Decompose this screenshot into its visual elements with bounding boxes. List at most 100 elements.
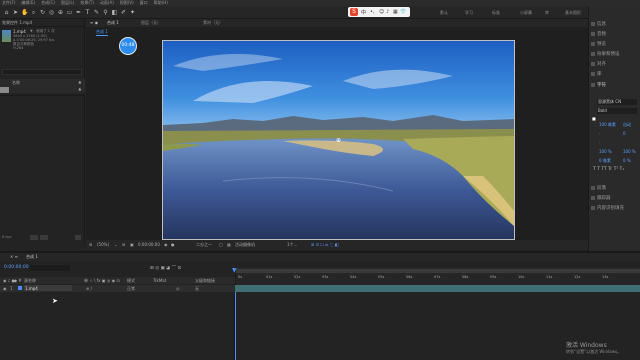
panel-preview[interactable]: 预览 [597,41,606,47]
layer-duration-bar[interactable] [235,285,640,292]
workspace-default[interactable]: 默认 [440,10,448,16]
col-mode[interactable]: 模式 [127,278,135,284]
resolution-dropdown[interactable]: 二分之一 [196,242,212,248]
column-sort-icon[interactable]: ♣ [78,80,82,85]
zoom-tool-icon[interactable]: ⌕ [30,9,37,16]
leading-value[interactable]: 自动 [623,122,631,128]
timeline-switches-icons[interactable]: ⊞ ◎ ▣ ◕ ⌒ ⊡ [150,265,181,271]
ime-toolbar[interactable]: S 中 •, ☺ ♪ ▦ 👕 [348,7,410,17]
new-folder-icon[interactable] [30,235,38,240]
render-icons[interactable]: ⊞ ⊡ ☐ ⇌ ⬚ ◧ [311,242,339,247]
panel-tracker[interactable]: 跟踪器 [597,195,611,201]
project-item-selected[interactable] [0,87,9,93]
type-tool-icon[interactable]: T [84,9,91,16]
rotate-tool-icon[interactable]: ↻ [39,9,46,16]
comp-breadcrumb[interactable]: 合成 1 [96,29,108,36]
time-ruler[interactable]: 0s 01s 02s 03s 04s 05s 06s 07s 08s 09s 1… [235,267,640,285]
rectangle-tool-icon[interactable]: ▭ [66,9,73,16]
panel-audio[interactable]: 音频 [597,31,606,37]
fill-color-icon[interactable]: ■ [592,116,596,121]
work-area-bar[interactable] [236,269,640,273]
panel-effects-presets[interactable]: 效果和预设 [597,51,620,57]
footage-panel-tab[interactable]: 素材（无） [203,20,223,26]
timeline-current-time[interactable]: 0:00:00:00 [4,265,29,270]
font-family-select[interactable]: 思源黑体 CN [597,99,637,105]
layer-mode-select[interactable]: 正常 [127,286,135,292]
panel-align[interactable]: 对齐 [597,61,606,67]
layer-switches[interactable]: ⊕ / [86,286,92,291]
transparency-grid-icon[interactable]: ▦ [227,242,231,247]
grid-icon[interactable]: ⊞ [122,242,125,247]
delete-icon[interactable] [75,235,81,240]
col-parent[interactable]: 父级和链接 [195,278,215,284]
timeline-search-input[interactable] [30,265,70,271]
col-trkmat[interactable]: TrkMat [153,278,166,283]
zoom-dropdown[interactable]: (50%) [97,242,109,247]
visibility-icon[interactable]: ◉ [3,286,7,291]
workspace-essential-graphics[interactable]: 基本图形 [565,10,581,16]
region-icon[interactable]: ▢ [219,242,223,247]
current-time[interactable]: 0:00:00:00 [138,242,160,247]
workspace-small-screen[interactable]: 小屏幕 [520,10,532,16]
tsume-value[interactable]: 0 % [623,158,631,163]
parent-pick-whip-icon[interactable]: ◎ [176,286,180,291]
brush-tool-icon[interactable]: ✎ [93,9,100,16]
anchor-point-icon[interactable]: ⊕ [336,137,341,144]
timeline-close-icon[interactable]: × ≡ [10,254,18,259]
layer-name-field[interactable]: 1.mp4 [24,285,72,291]
new-comp-icon[interactable] [40,235,48,240]
project-search-input[interactable] [2,69,82,75]
bpc-label[interactable]: 8 bpc [2,235,12,239]
panel-paragraph[interactable]: 段落 [597,185,606,191]
project-item-row[interactable]: ♣ [10,87,85,93]
timeline-tab[interactable]: 合成 1 [26,254,38,260]
camera-dropdown[interactable]: 活动摄像机 [235,242,255,248]
mask-icon[interactable]: ▣ [130,242,134,247]
roto-brush-tool-icon[interactable]: ✐ [120,9,127,16]
playhead-line[interactable] [235,292,236,360]
label-color-icon[interactable]: ◆ # [14,278,22,283]
horizontal-scale-value[interactable]: 100 % [623,149,636,154]
fit-icon[interactable]: ⌄ [114,242,117,247]
baseline-shift-value[interactable]: 0 像素 [599,158,611,164]
kerning-value[interactable]: - [599,131,600,136]
font-style-select[interactable]: Bold [597,108,637,114]
preview-icon [591,42,595,46]
vertical-scale-value[interactable]: 100 % [599,149,612,154]
switches-header-icons[interactable]: 单 ☆ \ fx ▣ ◎ ◉ ⊡ [84,278,120,284]
comp-panel-icon[interactable]: ≡ ◉ [90,20,98,25]
camera-snapshot-icon[interactable]: ◉ [164,242,168,247]
playhead-handle-icon[interactable]: ▼ [232,267,237,274]
hand-tool-icon[interactable]: ✋ [21,9,28,16]
comp-tab[interactable]: 合成 1 [107,20,119,26]
ruler-tick-7: 07s [434,275,441,279]
workspace-libraries[interactable]: 库 [545,10,549,16]
tracking-value[interactable]: 0 [623,131,626,136]
home-icon[interactable]: ⌂ [3,9,10,16]
puppet-tool-icon[interactable]: ✦ [129,9,136,16]
column-name-label[interactable]: 名称 [12,80,20,86]
layer-parent-select[interactable]: 无 [195,286,199,292]
color-channel-icon[interactable]: ● [171,242,175,247]
views-dropdown[interactable]: 1个... [287,242,297,248]
panel-libraries[interactable]: 库 [597,71,602,77]
col-source-name[interactable]: 源名称 [24,278,36,284]
layer-row[interactable]: ◉ 1 1.mp4 ⊕ / 正常 ◎ 无 [0,285,235,292]
selection-tool-icon[interactable]: ➤ [12,9,19,16]
panel-content-aware-fill[interactable]: 内容识别填充 [597,205,624,211]
font-size-value[interactable]: 100 像素 [599,122,616,128]
clone-stamp-tool-icon[interactable]: ⚲ [102,9,109,16]
recording-timer-badge[interactable]: 00:48 [119,37,137,55]
text-style-buttons[interactable]: T T TT Tr T¹ T₁ [593,167,624,172]
workspace-learn[interactable]: 学习 [465,10,473,16]
workspace-standard[interactable]: 标准 [492,10,500,16]
panel-character[interactable]: 字符 [597,82,606,88]
pan-behind-tool-icon[interactable]: ⊕ [57,9,64,16]
eraser-tool-icon[interactable]: ◧ [111,9,118,16]
snapshot-icon[interactable]: ⊞ [89,242,92,247]
panel-info[interactable]: 信息 [597,21,606,27]
pen-tool-icon[interactable]: ✒ [75,9,82,16]
layer-panel-tab[interactable]: 图层（无） [141,20,161,26]
camera-tool-icon[interactable]: ◎ [48,9,55,16]
stroke-width-value[interactable]: - [599,140,600,145]
